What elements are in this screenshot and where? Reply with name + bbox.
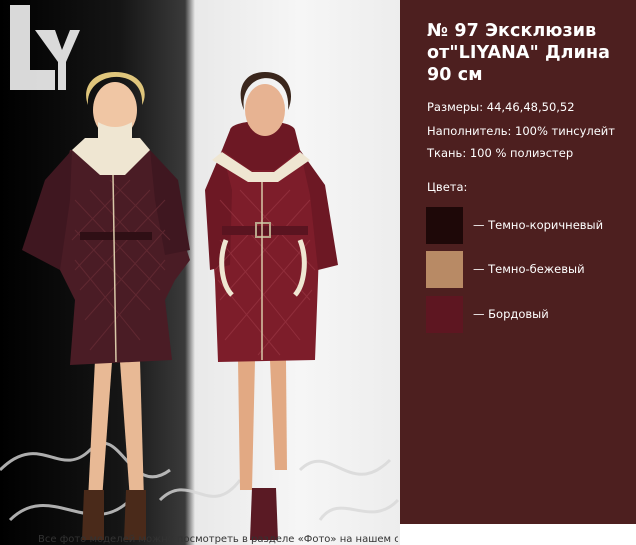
color-label: — Темно-коричневый: [473, 218, 604, 232]
color-option-burgundy[interactable]: — Бордовый: [426, 296, 631, 334]
model-right: [205, 72, 338, 540]
colors-heading: Цвета:: [427, 180, 468, 194]
branches-decor: [0, 441, 400, 522]
color-swatch: [426, 251, 463, 288]
panel-bottom-strip: [400, 524, 636, 545]
product-title-line: от"LIYANA" Длина: [427, 43, 611, 63]
color-option-dark-beige[interactable]: — Темно-бежевый: [426, 251, 631, 289]
product-title-line: № 97 Эксклюзив: [427, 21, 597, 41]
photo-caption: Все фото моделей можно посмотреть в разд…: [38, 534, 398, 545]
color-label: — Бордовый: [473, 307, 549, 321]
color-label: — Темно-бежевый: [473, 262, 585, 276]
brand-watermark-logo: [10, 5, 80, 90]
spec-sizes: Размеры: 44,46,48,50,52: [427, 100, 575, 114]
model-left: [22, 72, 190, 540]
product-title-line: 90 см: [427, 65, 483, 85]
product-title: № 97 Эксклюзив от"LIYANA" Длина 90 см: [427, 20, 627, 86]
product-photo: Все фото моделей можно посмотреть в разд…: [0, 0, 400, 545]
spec-filler: Наполнитель: 100% тинсулейт: [427, 124, 615, 138]
color-swatch: [426, 207, 463, 244]
color-swatch: [426, 296, 463, 333]
color-option-dark-brown[interactable]: — Темно-коричневый: [426, 207, 631, 245]
product-info-panel: № 97 Эксклюзив от"LIYANA" Длина 90 см Ра…: [400, 0, 636, 524]
spec-fabric: Ткань: 100 % полиэстер: [427, 146, 574, 160]
